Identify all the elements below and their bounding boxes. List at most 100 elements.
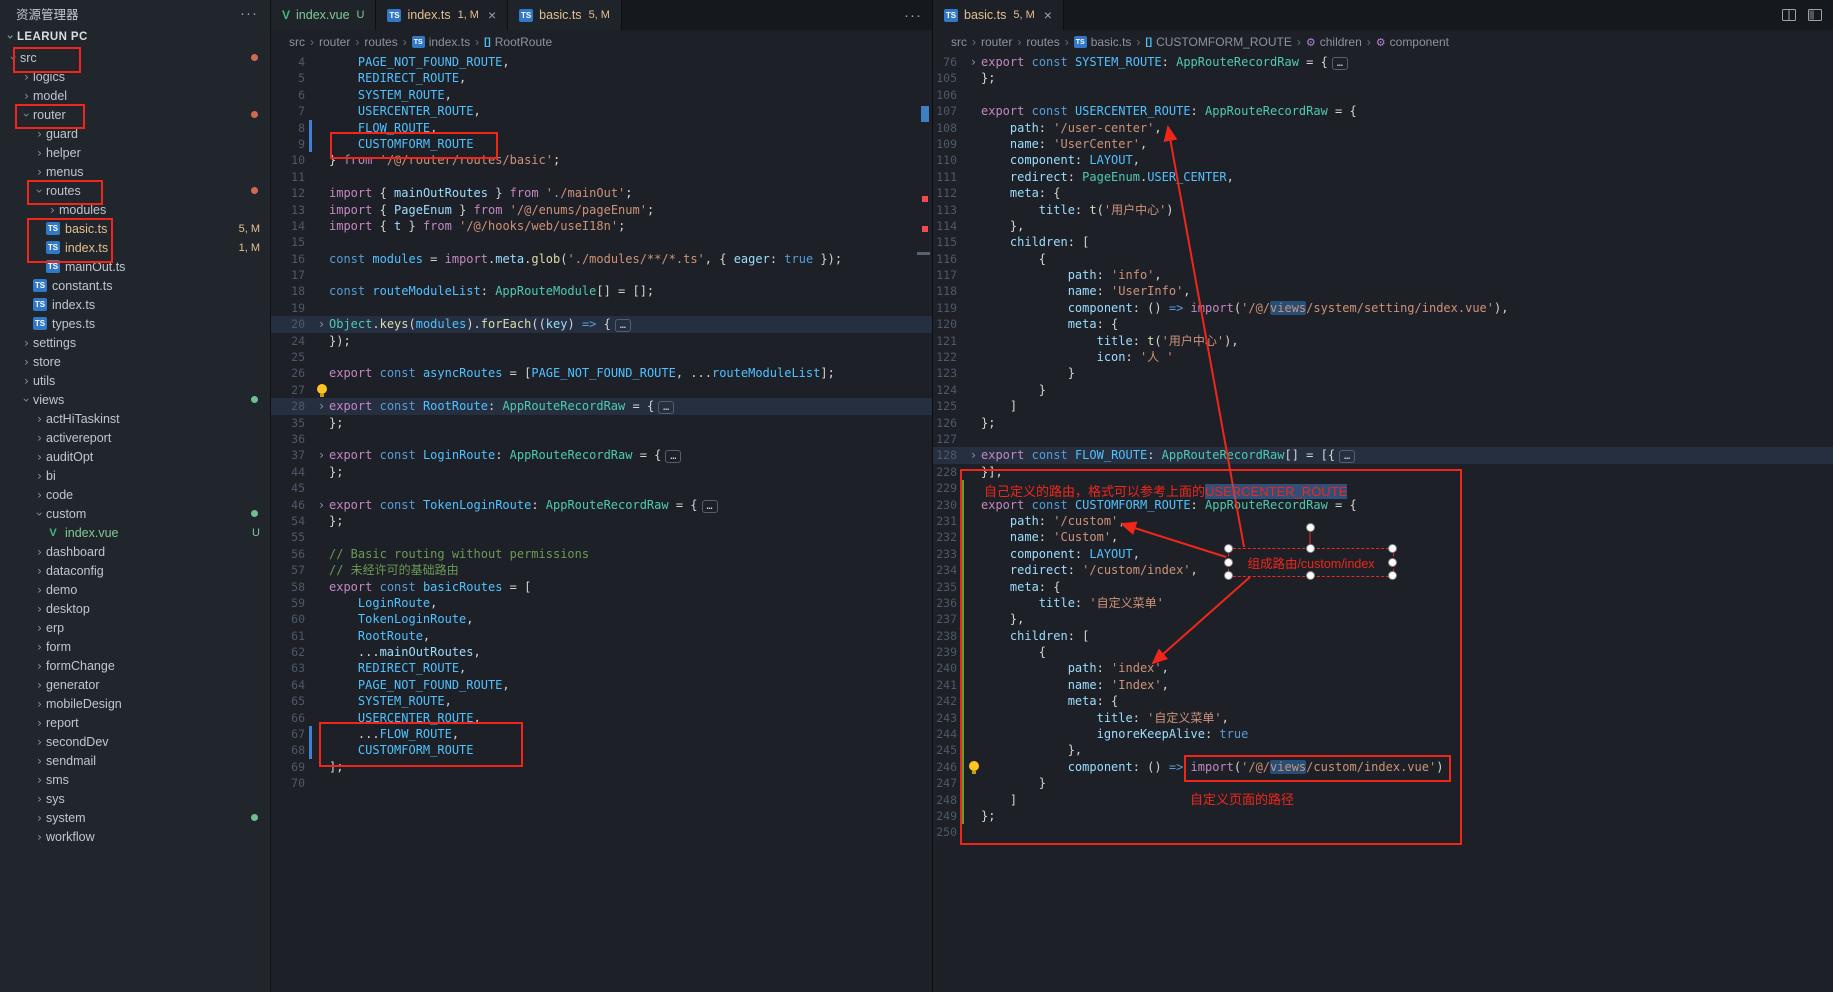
code-line[interactable]: 13import { PageEnum } from '/@/enums/pag… xyxy=(271,202,932,218)
code-line[interactable]: 230export const CUSTOMFORM_ROUTE: AppRou… xyxy=(933,497,1833,513)
code-line[interactable]: 124 } xyxy=(933,382,1833,398)
tree-item-routes[interactable]: ›routes xyxy=(0,181,270,200)
code-line[interactable]: 59 LoginRoute, xyxy=(271,595,932,611)
code-line[interactable]: 67 ...FLOW_ROUTE, xyxy=(271,726,932,742)
workspace-header[interactable]: › LEARUN PC xyxy=(0,26,270,48)
breadcrumb-item-RootRoute[interactable]: []RootRoute xyxy=(484,35,552,49)
code-line[interactable]: 240 path: 'index', xyxy=(933,660,1833,676)
code-line[interactable]: 17 xyxy=(271,267,932,283)
tree-item-custom[interactable]: ›custom xyxy=(0,504,270,523)
code-line[interactable]: 35}; xyxy=(271,415,932,431)
code-line[interactable]: 69]; xyxy=(271,759,932,775)
tree-item-views[interactable]: ›views xyxy=(0,390,270,409)
breadcrumb-item-src[interactable]: src xyxy=(951,35,967,49)
folded-region-ellipsis[interactable]: … xyxy=(615,319,631,332)
tree-item-workflow[interactable]: ›workflow xyxy=(0,827,270,846)
code-line[interactable]: 231 path: '/custom', xyxy=(933,513,1833,529)
code-line[interactable]: 248 ] xyxy=(933,792,1833,808)
code-line[interactable]: 65 SYSTEM_ROUTE, xyxy=(271,693,932,709)
fold-chevron-icon[interactable]: › xyxy=(966,54,981,70)
code-line[interactable]: 70 xyxy=(271,775,932,791)
explorer-more-icon[interactable]: ··· xyxy=(240,5,258,22)
code-line[interactable]: 241 name: 'Index', xyxy=(933,677,1833,693)
code-line[interactable]: 45 xyxy=(271,480,932,496)
code-line[interactable]: 106 xyxy=(933,87,1833,103)
tree-item-generator[interactable]: ›generator xyxy=(0,675,270,694)
tree-item-index.ts[interactable]: TSindex.ts xyxy=(0,295,270,314)
code-line[interactable]: 63 REDIRECT_ROUTE, xyxy=(271,660,932,676)
breadcrumb-item-children[interactable]: ⚙children xyxy=(1306,35,1362,49)
tab-index.vue[interactable]: Vindex.vueU xyxy=(271,0,376,30)
code-line[interactable]: 242 meta: { xyxy=(933,693,1833,709)
tree-item-desktop[interactable]: ›desktop xyxy=(0,599,270,618)
code-line[interactable]: 236 title: '自定义菜单' xyxy=(933,595,1833,611)
code-line[interactable]: 66 USERCENTER_ROUTE, xyxy=(271,710,932,726)
breadcrumb-item-component[interactable]: ⚙component xyxy=(1376,35,1449,49)
code-line[interactable]: 24}); xyxy=(271,333,932,349)
code-line[interactable]: 127 xyxy=(933,431,1833,447)
code-line[interactable]: 229 xyxy=(933,480,1833,496)
code-line[interactable]: 11 xyxy=(271,169,932,185)
tree-item-dashboard[interactable]: ›dashboard xyxy=(0,542,270,561)
split-editor-icon[interactable] xyxy=(1781,7,1797,23)
tree-item-basic.ts[interactable]: TSbasic.ts5, M xyxy=(0,219,270,238)
folded-region-ellipsis[interactable]: … xyxy=(665,450,681,463)
breadcrumb-item-CUSTOMFORM_ROUTE[interactable]: []CUSTOMFORM_ROUTE xyxy=(1145,35,1291,49)
code-line[interactable]: 235 meta: { xyxy=(933,579,1833,595)
tab-basic.ts[interactable]: TSbasic.ts5, M xyxy=(508,0,622,30)
more-actions-icon[interactable]: ··· xyxy=(904,7,922,24)
code-line[interactable]: 119 component: () => import('/@/views/sy… xyxy=(933,300,1833,316)
code-line[interactable]: 228}]; xyxy=(933,464,1833,480)
code-line[interactable]: 44}; xyxy=(271,464,932,480)
code-line[interactable]: 118 name: 'UserInfo', xyxy=(933,283,1833,299)
tree-item-helper[interactable]: ›helper xyxy=(0,143,270,162)
code-line[interactable]: 108 path: '/user-center', xyxy=(933,120,1833,136)
code-line[interactable]: 46›export const TokenLoginRoute: AppRout… xyxy=(271,497,932,513)
tree-item-router[interactable]: ›router xyxy=(0,105,270,124)
code-line[interactable]: 36 xyxy=(271,431,932,447)
editor-layout-icon[interactable] xyxy=(1807,7,1823,23)
tree-item-index.vue[interactable]: Vindex.vueU xyxy=(0,523,270,542)
code-line[interactable]: 25 xyxy=(271,349,932,365)
breadcrumb-item-routes[interactable]: routes xyxy=(364,35,397,49)
code-line[interactable]: 4 PAGE_NOT_FOUND_ROUTE, xyxy=(271,54,932,70)
code-line[interactable]: 62 ...mainOutRoutes, xyxy=(271,644,932,660)
code-line[interactable]: 113 title: t('用户中心') xyxy=(933,202,1833,218)
fold-chevron-icon[interactable]: › xyxy=(314,497,329,513)
code-line[interactable]: 245 }, xyxy=(933,742,1833,758)
code-line[interactable]: 12import { mainOutRoutes } from './mainO… xyxy=(271,185,932,201)
breadcrumb-item-router[interactable]: router xyxy=(981,35,1012,49)
code-line[interactable]: 68 CUSTOMFORM_ROUTE xyxy=(271,742,932,758)
code-line[interactable]: 116 { xyxy=(933,251,1833,267)
tree-item-sys[interactable]: ›sys xyxy=(0,789,270,808)
breadcrumb-item-index.ts[interactable]: TSindex.ts xyxy=(412,35,470,49)
code-line[interactable]: 57// 未经许可的基础路由 xyxy=(271,562,932,578)
code-line[interactable]: 128›export const FLOW_ROUTE: AppRouteRec… xyxy=(933,447,1833,463)
tree-item-menus[interactable]: ›menus xyxy=(0,162,270,181)
fold-chevron-icon[interactable]: › xyxy=(314,447,329,463)
code-line[interactable]: 122 icon: '人 ' xyxy=(933,349,1833,365)
tree-item-form[interactable]: ›form xyxy=(0,637,270,656)
folded-region-ellipsis[interactable]: … xyxy=(1332,57,1348,70)
code-line[interactable]: 121 title: t('用户中心'), xyxy=(933,333,1833,349)
tree-item-utils[interactable]: ›utils xyxy=(0,371,270,390)
tree-item-auditOpt[interactable]: ›auditOpt xyxy=(0,447,270,466)
code-line[interactable]: 15 xyxy=(271,234,932,250)
tree-item-modules[interactable]: ›modules xyxy=(0,200,270,219)
code-line[interactable]: 112 meta: { xyxy=(933,185,1833,201)
close-icon[interactable]: × xyxy=(1044,8,1052,22)
code-line[interactable]: 20›Object.keys(modules).forEach((key) =>… xyxy=(271,316,932,332)
code-line[interactable]: 250 xyxy=(933,824,1833,840)
tree-item-mainOut.ts[interactable]: TSmainOut.ts xyxy=(0,257,270,276)
code-line[interactable]: 125 ] xyxy=(933,398,1833,414)
tree-item-model[interactable]: ›model xyxy=(0,86,270,105)
code-line[interactable]: 117 path: 'info', xyxy=(933,267,1833,283)
code-line[interactable]: 27 xyxy=(271,382,932,398)
code-line[interactable]: 58export const basicRoutes = [ xyxy=(271,579,932,595)
code-line[interactable]: 7 USERCENTER_ROUTE, xyxy=(271,103,932,119)
close-icon[interactable]: × xyxy=(488,8,496,22)
code-line[interactable]: 105}; xyxy=(933,70,1833,86)
code-line[interactable]: 107export const USERCENTER_ROUTE: AppRou… xyxy=(933,103,1833,119)
code-line[interactable]: 126}; xyxy=(933,415,1833,431)
code-line[interactable]: 56// Basic routing without permissions xyxy=(271,546,932,562)
